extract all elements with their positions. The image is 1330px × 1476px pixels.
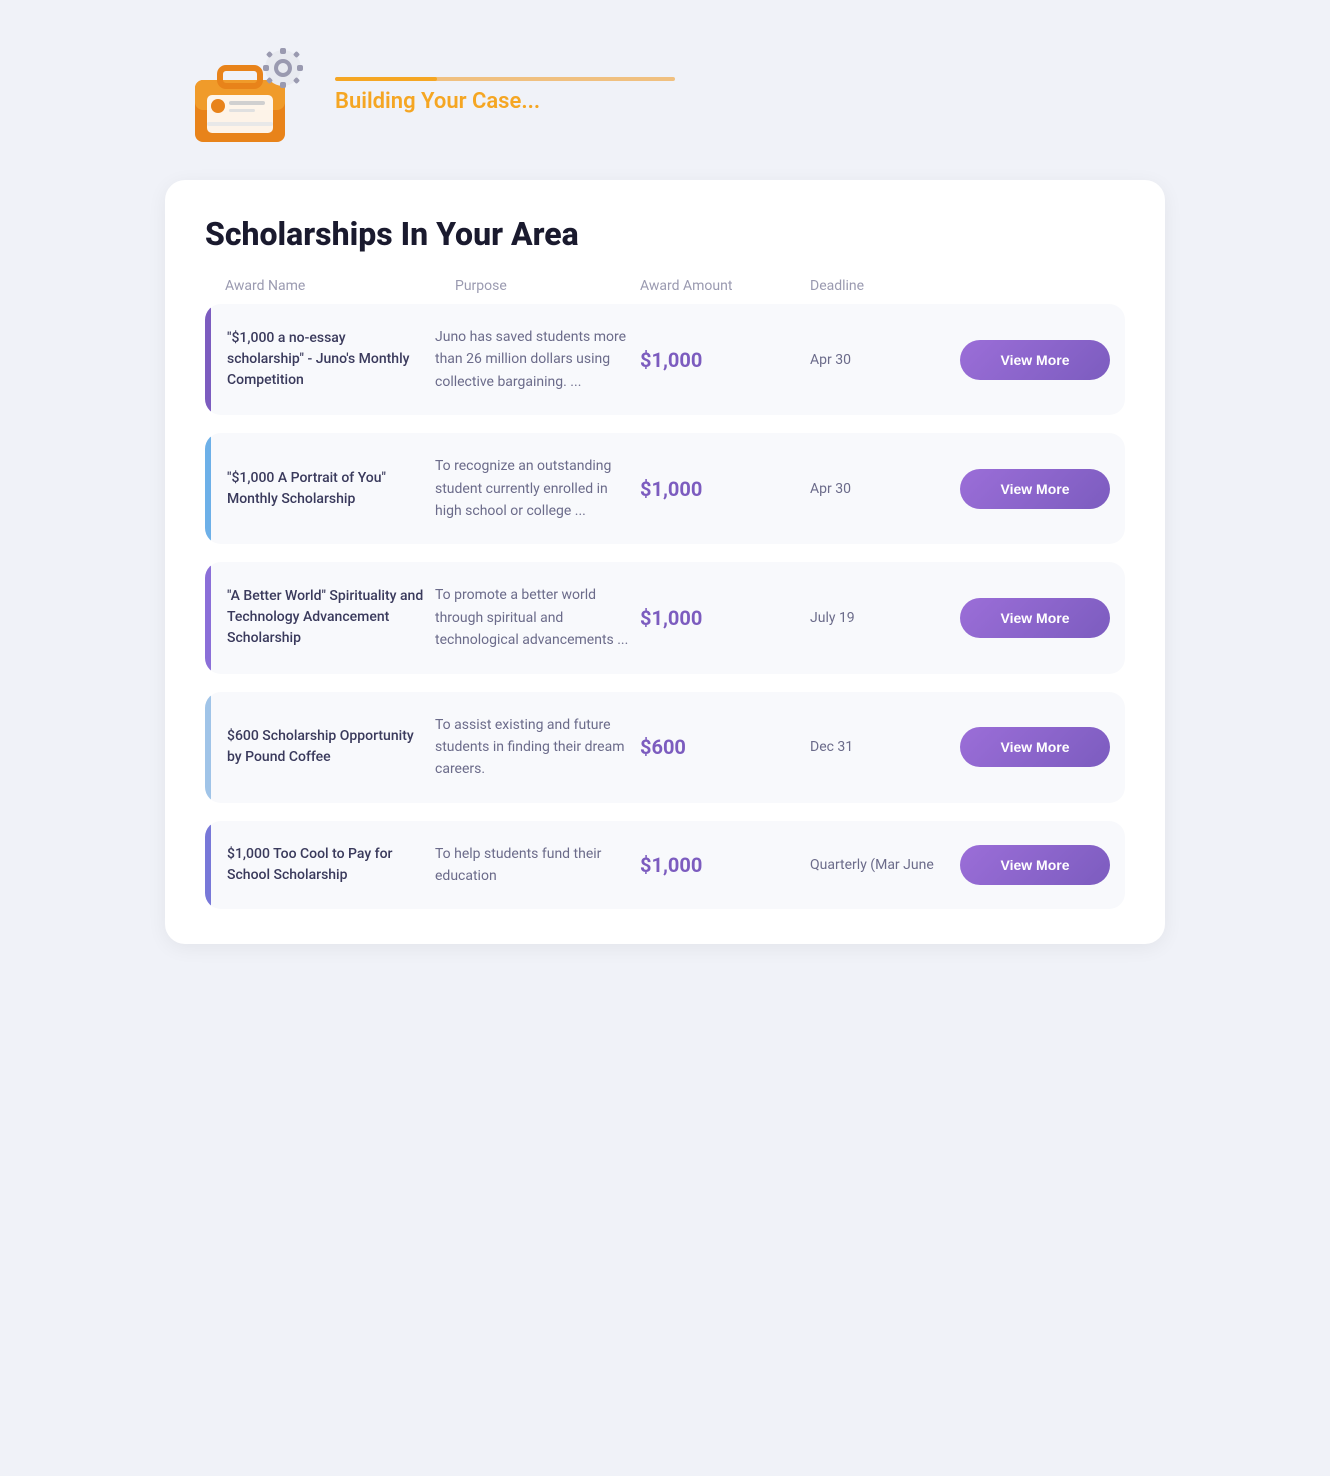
view-more-button[interactable]: View More xyxy=(960,340,1110,380)
header-purpose: Purpose xyxy=(455,278,630,294)
table-row: "A Better World" Spirituality and Techno… xyxy=(205,562,1125,673)
award-name: "$1,000 a no-essay scholarship" - Juno's… xyxy=(205,328,425,391)
table-row: "$1,000 a no-essay scholarship" - Juno's… xyxy=(205,304,1125,415)
view-more-button[interactable]: View More xyxy=(960,845,1110,885)
purpose-text: To recognize an outstanding student curr… xyxy=(435,455,630,522)
progress-bar-container xyxy=(335,77,675,81)
header-award-name: Award Name xyxy=(225,278,445,294)
deadline-text: Quarterly (Mar June xyxy=(810,857,950,873)
page-container: Building Your Case... Scholarships In Yo… xyxy=(165,30,1165,1446)
purpose-text: Juno has saved students more than 26 mil… xyxy=(435,326,630,393)
view-more-button[interactable]: View More xyxy=(960,598,1110,638)
scholarship-list: "$1,000 a no-essay scholarship" - Juno's… xyxy=(205,304,1125,909)
row-accent-bar xyxy=(205,562,211,673)
award-name: "A Better World" Spirituality and Techno… xyxy=(205,586,425,649)
table-row: $600 Scholarship Opportunity by Pound Co… xyxy=(205,692,1125,803)
award-name: $1,000 Too Cool to Pay for School Schola… xyxy=(205,844,425,886)
briefcase-icon xyxy=(185,40,315,150)
progress-bar-fill xyxy=(335,77,437,81)
purpose-text: To assist existing and future students i… xyxy=(435,714,630,781)
purpose-text: To help students fund their education xyxy=(435,843,630,888)
award-amount: $1,000 xyxy=(640,853,800,877)
header-deadline: Deadline xyxy=(810,278,950,294)
deadline-text: Dec 31 xyxy=(810,739,950,755)
row-accent-bar xyxy=(205,304,211,415)
header-award-amount: Award Amount xyxy=(640,278,800,294)
header-action xyxy=(960,278,1110,294)
view-more-button[interactable]: View More xyxy=(960,469,1110,509)
header-text-area: Building Your Case... xyxy=(335,77,1165,114)
award-amount: $1,000 xyxy=(640,606,800,630)
main-card: Scholarships In Your Area Award Name Pur… xyxy=(165,180,1165,944)
row-accent-bar xyxy=(205,821,211,910)
table-headers: Award Name Purpose Award Amount Deadline xyxy=(205,278,1125,304)
deadline-text: Apr 30 xyxy=(810,481,950,497)
deadline-text: Apr 30 xyxy=(810,352,950,368)
view-more-button[interactable]: View More xyxy=(960,727,1110,767)
table-row: $1,000 Too Cool to Pay for School Schola… xyxy=(205,821,1125,910)
purpose-text: To promote a better world through spirit… xyxy=(435,584,630,651)
award-amount: $600 xyxy=(640,735,800,759)
row-accent-bar xyxy=(205,433,211,544)
award-name: "$1,000 A Portrait of You" Monthly Schol… xyxy=(205,468,425,510)
header-section: Building Your Case... xyxy=(165,30,1165,160)
building-text: Building Your Case... xyxy=(335,89,1165,114)
table-row: "$1,000 A Portrait of You" Monthly Schol… xyxy=(205,433,1125,544)
deadline-text: July 19 xyxy=(810,610,950,626)
award-amount: $1,000 xyxy=(640,477,800,501)
row-accent-bar xyxy=(205,692,211,803)
section-title: Scholarships In Your Area xyxy=(205,215,1125,253)
award-amount: $1,000 xyxy=(640,348,800,372)
award-name: $600 Scholarship Opportunity by Pound Co… xyxy=(205,726,425,768)
